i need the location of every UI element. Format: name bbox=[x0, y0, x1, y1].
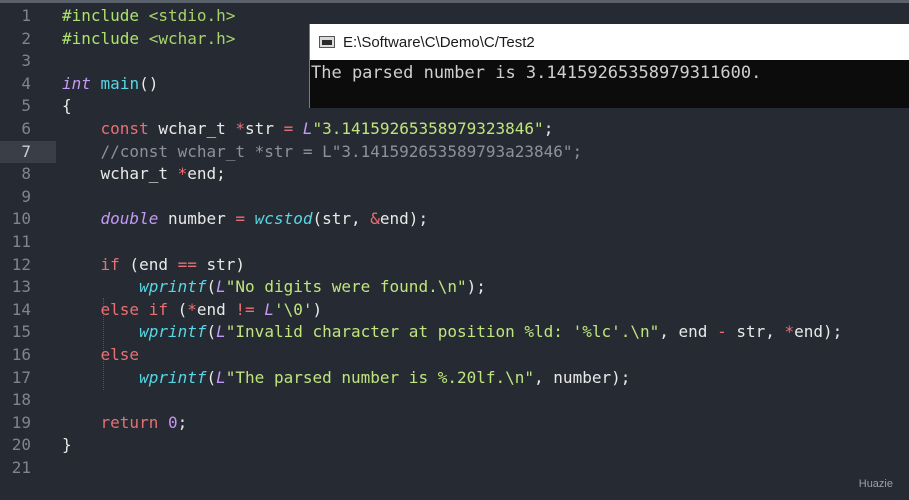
code-line: else bbox=[100, 344, 140, 364]
line-number: 4 bbox=[21, 73, 31, 93]
line-number: 6 bbox=[21, 118, 31, 138]
line-number: 18 bbox=[11, 390, 31, 410]
line-number: 15 bbox=[11, 322, 31, 342]
code-line: wprintf(L"Invalid character at position … bbox=[139, 322, 843, 342]
line-number: 16 bbox=[11, 344, 31, 364]
console-title-text: E:\Software\C\Demo\C/Test2 bbox=[343, 33, 535, 51]
code-line: if (end == str) bbox=[100, 254, 246, 274]
code-line: wprintf(L"The parsed number is %.20lf.\n… bbox=[139, 367, 631, 387]
line-number: 14 bbox=[11, 299, 31, 319]
console-title-bar[interactable]: E:\Software\C\Demo\C/Test2 bbox=[310, 24, 909, 60]
code-line: } bbox=[62, 435, 72, 455]
line-number: 11 bbox=[11, 231, 31, 251]
code-line: wprintf(L"No digits were found.\n"); bbox=[139, 277, 486, 297]
line-number-gutter: 1 2 3 4 5 6 7 8 9 10 11 12 13 14 15 16 1… bbox=[0, 5, 56, 479]
line-number: 13 bbox=[11, 277, 31, 297]
code-line: wchar_t *end; bbox=[62, 164, 226, 184]
watermark: Huazie bbox=[858, 478, 893, 490]
line-number: 9 bbox=[21, 186, 31, 206]
line-number: 5 bbox=[21, 96, 31, 116]
line-number: 17 bbox=[11, 367, 31, 387]
line-number: 1 bbox=[21, 6, 31, 25]
line-number-active: 7 bbox=[21, 141, 31, 161]
line-number: 10 bbox=[11, 209, 31, 229]
code-line: const wchar_t *str = L"3.141592653589793… bbox=[100, 118, 554, 138]
line-number: 19 bbox=[11, 412, 31, 432]
console-window[interactable]: E:\Software\C\Demo\C/Test2 The parsed nu… bbox=[309, 24, 909, 108]
line-number: 2 bbox=[21, 28, 31, 48]
console-output-text: The parsed number is 3.14159265358979311… bbox=[311, 63, 762, 83]
top-scroll-strip bbox=[0, 0, 909, 3]
line-number: 8 bbox=[21, 164, 31, 184]
console-window-icon bbox=[319, 36, 335, 48]
code-line: else if (*end != L'\0') bbox=[100, 299, 323, 319]
line-number: 20 bbox=[11, 435, 31, 455]
code-line-active: //const wchar_t *str = L"3.1415926535897… bbox=[100, 141, 583, 161]
code-line: double number = wcstod(str, &end); bbox=[100, 209, 429, 229]
line-number: 3 bbox=[21, 51, 31, 71]
code-line: return 0; bbox=[100, 412, 188, 432]
line-number: 12 bbox=[11, 254, 31, 274]
line-number: 21 bbox=[11, 457, 31, 477]
